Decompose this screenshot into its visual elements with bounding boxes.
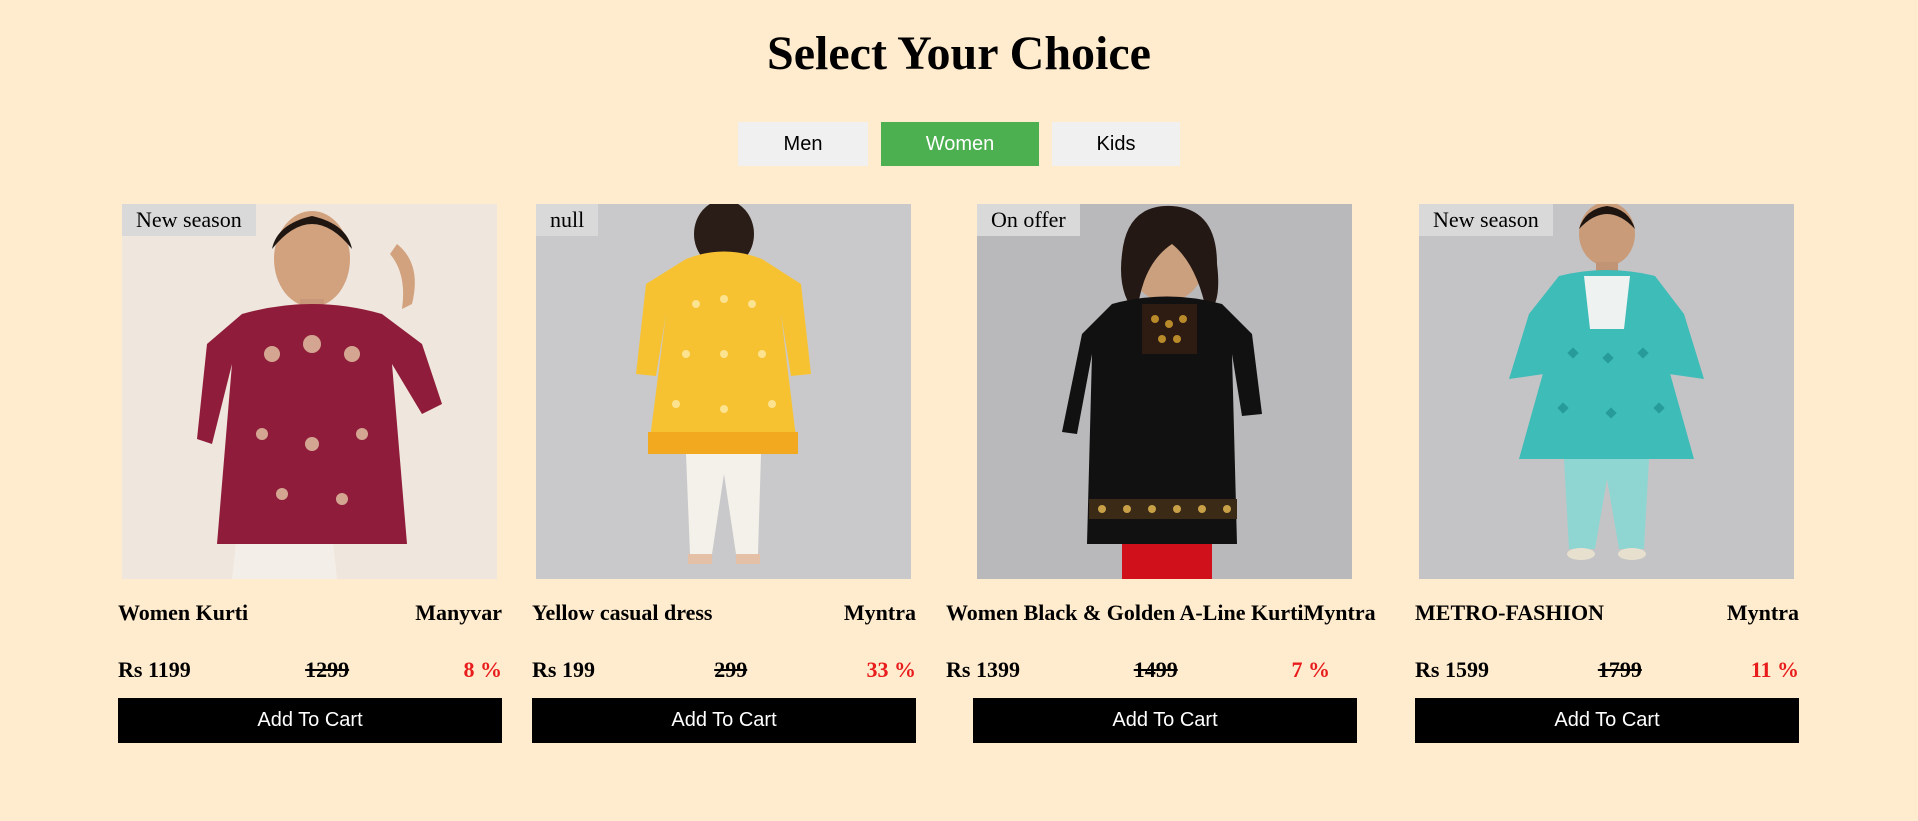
product-name-row: Yellow casual dress Myntra [532, 600, 916, 626]
product-price: Rs 1399 [946, 657, 1020, 682]
product-discount: 11 % [1750, 657, 1799, 682]
add-to-cart-button[interactable]: Add To Cart [1415, 698, 1799, 743]
product-name: METRO-FASHION [1415, 600, 1605, 625]
product-name-row: Women Black & Golden A-Line Kurti Myntra [946, 600, 1376, 626]
product-price-row: Rs 199 299 33 % [532, 657, 916, 683]
product-brand: Myntra [843, 600, 916, 625]
product-badge: New season [1419, 204, 1553, 236]
product-brand: Manyvar [415, 600, 502, 625]
product-image: New season [1419, 204, 1794, 579]
product-discount: 7 % [1291, 657, 1330, 682]
product-price-row: Rs 1199 1299 8 % [118, 657, 502, 683]
product-old-price: 299 [714, 657, 748, 682]
tab-women[interactable]: Women [881, 122, 1039, 166]
add-to-cart-button[interactable]: Add To Cart [118, 698, 502, 743]
product-old-price: 1799 [1597, 657, 1642, 682]
product-name-row: Women Kurti Manyvar [118, 600, 502, 626]
product-name: Women Kurti [118, 600, 249, 625]
product-old-price: 1299 [305, 657, 350, 682]
product-price-row: Rs 1399 1499 7 % [946, 657, 1330, 683]
product-brand: Myntra [1726, 600, 1799, 625]
product-price: Rs 1199 [118, 657, 191, 682]
add-to-cart-button[interactable]: Add To Cart [973, 698, 1357, 743]
category-tabs: Men Women Kids [0, 122, 1918, 166]
product-name-row: METRO-FASHION Myntra [1415, 600, 1799, 626]
add-to-cart-button[interactable]: Add To Cart [532, 698, 916, 743]
product-badge: null [536, 204, 599, 236]
tab-men[interactable]: Men [738, 122, 868, 166]
product-discount: 8 % [463, 657, 503, 682]
product-badge: On offer [977, 204, 1080, 236]
product-discount: 33 % [866, 657, 916, 682]
product-name: Yellow casual dress [532, 600, 713, 625]
product-price: Rs 1599 [1415, 657, 1489, 682]
tab-kids[interactable]: Kids [1052, 122, 1180, 166]
product-price-row: Rs 1599 1799 11 % [1415, 657, 1799, 683]
product-badge: New season [122, 204, 256, 236]
page-title: Select Your Choice [767, 27, 1151, 80]
product-image: New season [122, 204, 497, 579]
product-image: On offer [977, 204, 1352, 579]
product-old-price: 1499 [1133, 657, 1178, 682]
product-brand: Myntra [1303, 600, 1376, 625]
product-image: null [536, 204, 911, 579]
product-price: Rs 199 [532, 657, 595, 682]
product-name: Women Black & Golden A-Line Kurti [946, 600, 1304, 625]
